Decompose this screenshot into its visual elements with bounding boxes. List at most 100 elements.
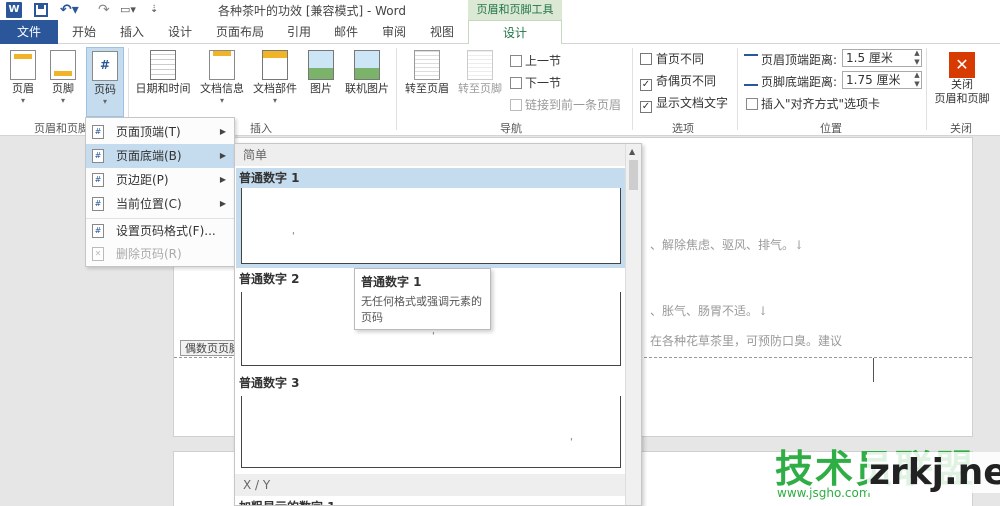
group-divider bbox=[632, 48, 633, 130]
goto-header-button[interactable]: 转至页眉 bbox=[402, 50, 452, 96]
header-distance-label: 页眉顶端距离: bbox=[744, 51, 837, 68]
group-label-options: 选项 bbox=[672, 122, 694, 135]
gallery-thumbnail[interactable]: ˌ bbox=[241, 396, 621, 468]
tab-insert[interactable]: 插入 bbox=[120, 20, 144, 44]
page-number-button[interactable]: # 页码 ▾ bbox=[86, 47, 124, 117]
menu-item-remove-page-numbers[interactable]: ✕ 删除页码(R) bbox=[86, 242, 234, 266]
gallery-item-title[interactable]: 加粗显示的数字 1 bbox=[239, 498, 336, 505]
title-bar: W ↶▾ ↷ ▭▾ ⇣ 各种茶叶的功效 [兼容模式] - Word 页眉和页脚工… bbox=[0, 0, 1000, 20]
tab-page-layout[interactable]: 页面布局 bbox=[216, 20, 264, 44]
gallery-thumbnail: ˌ bbox=[241, 188, 621, 264]
gallery-section-xy: X / Y bbox=[235, 474, 625, 496]
show-document-text-checkbox[interactable]: ✓ 显示文档文字 bbox=[640, 94, 728, 113]
insert-alignment-tab-button[interactable]: 插入"对齐方式"选项卡 bbox=[746, 95, 880, 112]
group-divider bbox=[737, 48, 738, 130]
menu-item-top-of-page[interactable]: # 页面顶端(T) ▶ bbox=[86, 120, 234, 144]
checkbox-box bbox=[640, 53, 652, 65]
window-title: 各种茶叶的功效 [兼容模式] - Word bbox=[218, 4, 406, 18]
footer-distance-spinner[interactable]: ▲ ▼ bbox=[912, 71, 922, 89]
tab-mailings[interactable]: 邮件 bbox=[334, 20, 358, 44]
doc-info-button[interactable]: 文档信息 ▾ bbox=[197, 50, 247, 106]
alignment-tab-icon bbox=[746, 98, 758, 110]
prev-section-button[interactable]: 上一节 bbox=[510, 52, 561, 69]
chevron-right-icon: ▶ bbox=[219, 175, 226, 184]
gallery-item-title[interactable]: 普通数字 2 bbox=[239, 270, 300, 287]
footer-button[interactable]: 页脚 ▾ bbox=[48, 50, 78, 106]
menu-item-label: 页边距(P) bbox=[116, 173, 169, 187]
tab-review[interactable]: 审阅 bbox=[382, 20, 406, 44]
group-label-header-footer: 页眉和页脚 bbox=[34, 122, 89, 135]
menu-item-page-margins[interactable]: # 页边距(P) ▶ bbox=[86, 168, 234, 192]
menu-item-label: 页面顶端(T) bbox=[116, 125, 181, 139]
group-divider bbox=[396, 48, 397, 130]
link-previous-button[interactable]: 链接到前一条页眉 bbox=[510, 96, 621, 113]
gallery-scrollbar[interactable]: ▲ bbox=[625, 144, 641, 505]
close-icon: ✕ bbox=[949, 52, 975, 78]
tab-design[interactable]: 设计 bbox=[168, 20, 192, 44]
online-picture-button[interactable]: 联机图片 bbox=[342, 50, 392, 96]
menu-item-label: 设置页码格式(F)... bbox=[116, 224, 216, 238]
customize-qat-icon[interactable]: ⇣ bbox=[150, 2, 158, 18]
picture-button[interactable]: 图片 bbox=[306, 50, 336, 96]
menu-item-bottom-of-page[interactable]: # 页面底端(B) ▶ bbox=[86, 144, 234, 168]
print-preview-icon[interactable]: ▭▾ bbox=[120, 2, 136, 18]
tab-hf-design[interactable]: 设计 bbox=[468, 20, 562, 45]
tab-references[interactable]: 引用 bbox=[287, 20, 311, 44]
page-bottom-icon: # bbox=[92, 149, 104, 163]
footer-distance-label: 页脚底端距离: bbox=[744, 73, 837, 90]
redo-icon[interactable]: ↷ bbox=[98, 2, 110, 18]
doc-parts-button[interactable]: 文档部件 ▾ bbox=[250, 50, 300, 106]
date-time-button[interactable]: 日期和时间 bbox=[134, 50, 192, 96]
watermark-domain: zrkj.net bbox=[867, 452, 1000, 493]
next-section-button[interactable]: 下一节 bbox=[510, 74, 561, 91]
tab-view[interactable]: 视图 bbox=[430, 20, 454, 44]
doc-info-label: 文档信息 bbox=[200, 82, 244, 95]
chevron-right-icon: ▶ bbox=[219, 199, 226, 208]
group-label-insert: 插入 bbox=[250, 122, 272, 135]
header-distance-icon bbox=[744, 54, 758, 64]
footer-distance-input[interactable]: 1.75 厘米 bbox=[842, 71, 922, 89]
header-distance-spinner[interactable]: ▲ ▼ bbox=[912, 49, 922, 67]
picture-label: 图片 bbox=[310, 82, 332, 95]
gallery-item-title[interactable]: 普通数字 3 bbox=[239, 374, 300, 391]
online-picture-label: 联机图片 bbox=[345, 82, 389, 95]
scroll-up-icon[interactable]: ▲ bbox=[629, 147, 635, 156]
text-cursor bbox=[873, 358, 874, 382]
menu-item-current-position[interactable]: # 当前位置(C) ▶ bbox=[86, 192, 234, 216]
different-odd-even-checkbox[interactable]: ✓ 奇偶页不同 bbox=[640, 72, 716, 91]
word-app-icon[interactable]: W bbox=[6, 2, 22, 18]
goto-footer-label: 转至页脚 bbox=[458, 82, 502, 95]
different-first-page-checkbox[interactable]: 首页不同 bbox=[640, 50, 704, 67]
next-section-label: 下一节 bbox=[525, 76, 562, 90]
page-top-icon: # bbox=[92, 125, 104, 139]
chevron-down-icon: ▾ bbox=[20, 96, 25, 105]
scroll-thumb[interactable] bbox=[629, 160, 638, 190]
format-page-numbers-icon: # bbox=[92, 224, 104, 238]
goto-footer-button[interactable]: 转至页脚 bbox=[455, 50, 505, 96]
page-number-icon: # bbox=[92, 51, 118, 81]
close-label-line1: 关闭 bbox=[951, 78, 973, 91]
next-section-icon bbox=[510, 77, 522, 89]
undo-icon[interactable]: ↶▾ bbox=[60, 2, 79, 18]
prev-section-label: 上一节 bbox=[525, 54, 562, 68]
body-text-line: 、解除焦虑、驱风、排气。↓ bbox=[650, 238, 805, 252]
show-document-text-label: 显示文档文字 bbox=[656, 96, 729, 110]
checkmark-icon: ✓ bbox=[640, 101, 652, 113]
current-position-icon: # bbox=[92, 197, 104, 211]
close-header-footer-button[interactable]: ✕ 关闭 页眉和页脚 bbox=[930, 52, 994, 106]
header-label: 页眉 bbox=[12, 82, 34, 95]
chevron-right-icon: ▶ bbox=[219, 151, 226, 160]
different-odd-even-label: 奇偶页不同 bbox=[656, 74, 717, 88]
header-button[interactable]: 页眉 ▾ bbox=[8, 50, 38, 106]
footer-distance-icon bbox=[744, 76, 758, 86]
save-icon[interactable] bbox=[34, 3, 48, 17]
tab-home[interactable]: 开始 bbox=[72, 20, 96, 44]
tab-file[interactable]: 文件 bbox=[0, 20, 58, 44]
ribbon-tabs: 文件 开始 插入 设计 页面布局 引用 邮件 审阅 视图 设计 bbox=[0, 20, 1000, 45]
header-distance-input[interactable]: 1.5 厘米 bbox=[842, 49, 922, 67]
body-text-line: 、胀气、肠胃不适。↓ bbox=[650, 304, 769, 318]
site-watermark: 技术员联盟 www.jsgho.com zrkj.net bbox=[775, 438, 1000, 506]
group-label-close: 关闭 bbox=[950, 122, 972, 135]
link-icon bbox=[510, 99, 522, 111]
menu-item-format-page-numbers[interactable]: # 设置页码格式(F)... bbox=[86, 218, 234, 242]
